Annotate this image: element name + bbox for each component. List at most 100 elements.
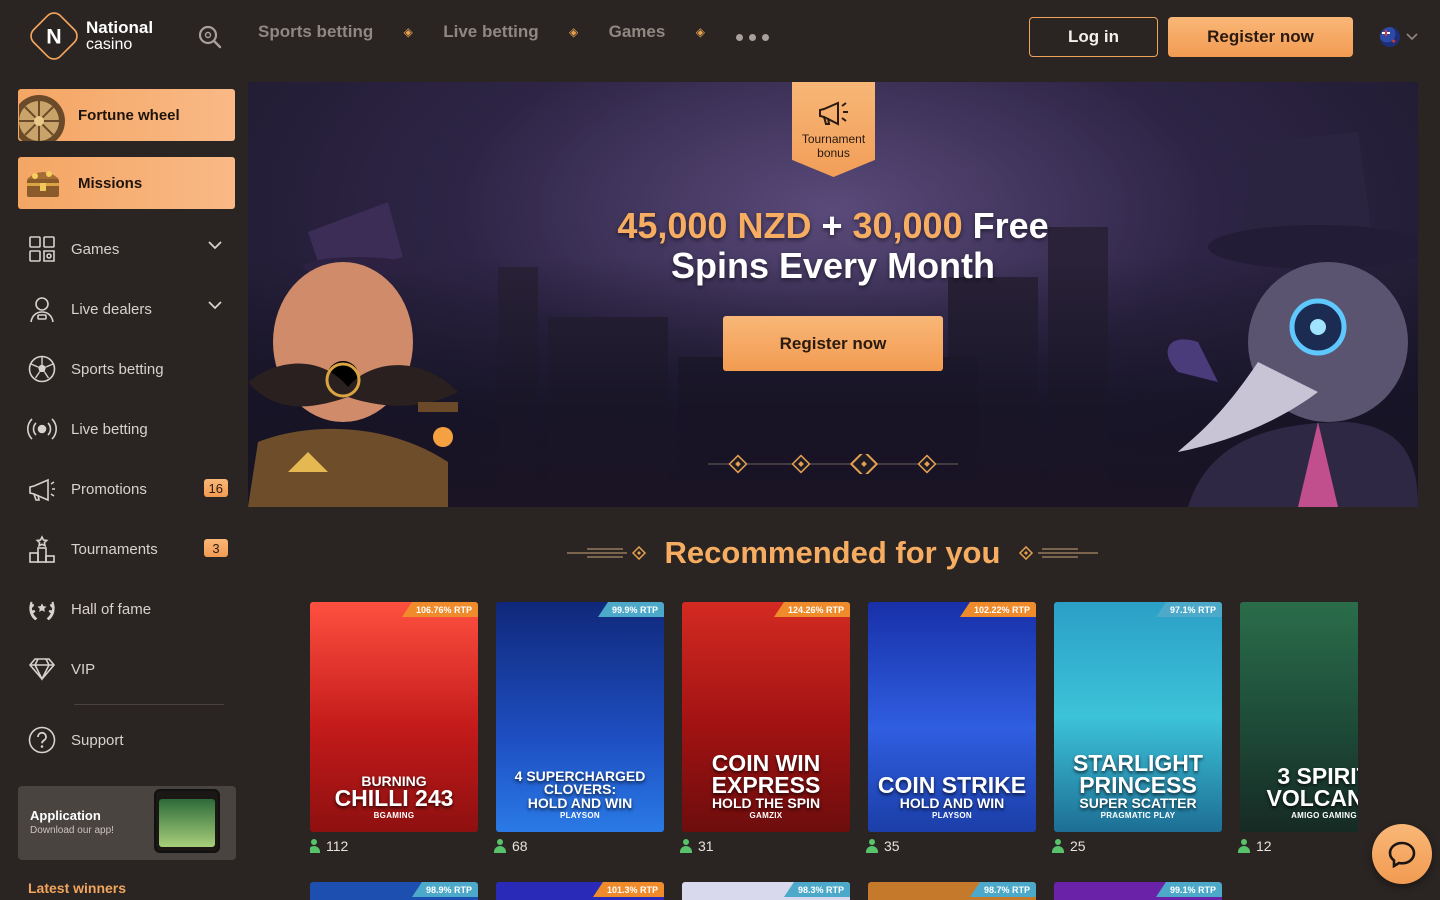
sidebar-item-tournaments[interactable]: Tournaments 3 [26,529,228,569]
game-card[interactable]: 98.7% RTP [868,882,1036,900]
plague-doctor-art [1167,132,1418,507]
rtp-badge: 99.1% RTP [1155,882,1222,897]
game-provider: PLAYSON [559,811,601,820]
chevron-down-icon [1406,33,1418,41]
game-title: COIN WIN EXPRESS HOLD THE SPIN [711,750,821,811]
megaphone-icon [26,473,58,505]
rtp-badge: 98.9% RTP [411,882,478,897]
rtp-badge: 99.9% RTP [597,602,664,617]
nav-separator-icon: ◈ [403,25,413,39]
ornament-right-icon [1019,546,1099,560]
game-card[interactable]: 97.1% RTP STARLIGHT PRINCESS SUPER SCATTER P… [1054,602,1222,832]
players-online: 25 [1052,838,1086,854]
sidebar-item-label: Promotions [71,480,147,498]
brand-logo[interactable]: N National casino [26,8,154,64]
rtp-badge: 102.22% RTP [959,602,1036,617]
sidebar-item-support[interactable]: Support [26,720,226,760]
game-card[interactable]: 99.9% RTP 4 SUPERCHARGED CLOVERS: HOLD AND … [496,602,664,832]
nav-live-betting[interactable]: Live betting [443,22,538,42]
game-card[interactable]: 124.26% RTP COIN WIN EXPRESS HOLD THE SPIN G… [682,602,850,832]
fortune-wheel-card[interactable]: Fortune wheel [18,89,235,141]
sidebar-item-hall-of-fame[interactable]: Hall of fame [26,589,226,629]
language-selector[interactable] [1380,27,1418,47]
nav-separator-icon: ◈ [695,25,705,39]
dealer-icon [26,293,58,325]
missions-card[interactable]: Missions [18,157,235,209]
logo-badge: N [26,8,82,64]
treasure-chest-icon [18,157,68,209]
game-card[interactable]: 98.9% RTP [310,882,478,900]
sidebar-item-live-betting[interactable]: Live betting [26,409,226,449]
search-icon[interactable] [197,24,223,50]
tournament-bonus-tab[interactable]: Tournament bonus [792,82,875,177]
login-button[interactable]: Log in [1029,17,1158,57]
rtp-badge: 101.3% RTP [592,882,664,897]
pager-dot[interactable] [728,454,748,474]
user-icon [1238,839,1250,853]
phone-mockup-icon [154,789,220,853]
recommended-header: Recommended for you [560,532,1105,574]
hero-banner[interactable]: Tournament bonus 45,000 NZD + 30,000 Free… [248,82,1418,507]
game-card[interactable]: 98.3% RTP [682,882,850,900]
latest-winners-heading: Latest winners [28,880,127,896]
sidebar-item-games[interactable]: Games [26,229,226,269]
game-card[interactable]: 106.76% RTP BURNING CHILLI 243 BGAMING [310,602,478,832]
live-chat-button[interactable] [1372,824,1432,884]
register-button[interactable]: Register now [1168,17,1353,57]
user-icon [680,839,692,853]
game-card[interactable]: 102.22% RTP COIN STRIKE HOLD AND WIN PLAYSO… [868,602,1036,832]
sidebar-item-label: Live betting [71,420,148,438]
players-online: 12 [1238,838,1272,854]
user-icon [1052,839,1064,853]
sidebar-item-label: Sports betting [71,360,164,378]
players-count: 25 [1070,838,1086,854]
recommended-games-row: 106.76% RTP BURNING CHILLI 243 BGAMING 112 99… [310,602,1358,862]
game-card[interactable]: 99.1% RTP [1054,882,1222,900]
app-card-subtitle: Download our app! [30,825,114,836]
banner-headline: 45,000 NZD + 30,000 Free Spins Every Mon… [617,205,1049,286]
players-count: 31 [698,838,714,854]
logo-letter: N [46,23,62,48]
nav-sports-betting[interactable]: Sports betting [258,22,373,42]
carousel-pager [708,454,958,474]
tournaments-count-badge: 3 [204,539,228,557]
pager-dot-active[interactable] [849,454,879,474]
players-online: 68 [494,838,528,854]
game-title: 3 SPIRITVOLCANO [1266,763,1359,812]
nz-flag-icon [1380,27,1400,47]
question-icon [26,724,58,756]
top-nav: Sports betting ◈ Live betting ◈ Games ◈ [258,22,735,42]
promotions-count-badge: 16 [203,479,228,497]
banner-register-button[interactable]: Register now [723,316,943,371]
chevron-down-icon[interactable] [208,241,222,250]
sidebar: Fortune wheel Missions Games Live dealer… [0,74,248,900]
pager-dot[interactable] [917,454,937,474]
game-provider: PLAYSON [931,811,973,820]
brand-name-line2: casino [86,36,133,53]
rtp-badge: 98.7% RTP [969,882,1036,897]
sidebar-item-vip[interactable]: VIP [26,649,226,689]
players-online: 35 [866,838,900,854]
megaphone-icon [818,101,848,126]
live-broadcast-icon [26,413,58,445]
user-icon [866,839,878,853]
game-card[interactable] [1240,882,1361,900]
sidebar-item-live-dealers[interactable]: Live dealers [26,289,226,329]
chevron-down-icon[interactable] [208,301,222,310]
players-count: 112 [326,838,349,854]
sidebar-item-sports-betting[interactable]: Sports betting [26,349,226,389]
game-card[interactable]: 3 SPIRITVOLCANOAMIGO GAMING [1240,602,1358,832]
laurel-icon [26,593,58,625]
game-card[interactable]: 101.3% RTP [496,882,664,900]
download-app-card[interactable]: Application Download our app! [18,786,236,860]
more-menu-icon[interactable] [736,34,769,41]
game-provider: AMIGO GAMING [1291,811,1357,820]
sidebar-item-promotions[interactable]: Promotions 16 [26,469,228,509]
nav-games[interactable]: Games [609,22,666,42]
podium-icon [26,533,58,565]
chat-bubble-icon [1388,841,1416,868]
brand-name-line1: National [86,18,154,37]
pager-dot[interactable] [791,454,811,474]
tournament-bonus-label: Tournament bonus [801,132,866,160]
players-count: 68 [512,838,528,854]
